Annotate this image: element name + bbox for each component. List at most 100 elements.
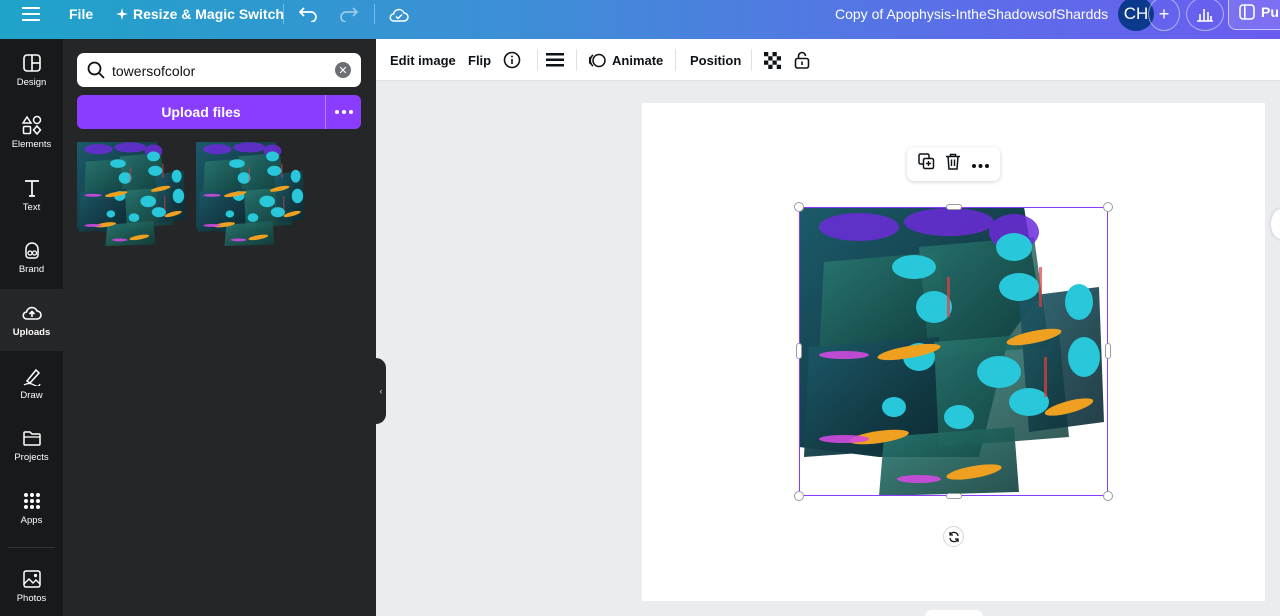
uploads-icon bbox=[21, 306, 42, 320]
resize-handle-bottom-right[interactable] bbox=[1103, 491, 1113, 501]
rail-item-design[interactable]: Design bbox=[0, 39, 63, 101]
transparency-icon bbox=[764, 51, 781, 69]
rotate-handle[interactable] bbox=[943, 526, 964, 547]
page-bottom-control[interactable] bbox=[925, 610, 983, 616]
uploaded-image-thumbnail[interactable] bbox=[196, 142, 306, 246]
resize-handle-top-right[interactable] bbox=[1103, 202, 1113, 212]
resize-label: Resize & Magic Switch bbox=[133, 6, 284, 22]
cloud-save-status-button[interactable] bbox=[389, 0, 409, 28]
collapse-panel-button[interactable]: ‹ bbox=[376, 358, 386, 424]
left-rail: Design Elements Text Brand Uploads Draw … bbox=[0, 39, 63, 616]
resize-handle-bottom-left[interactable] bbox=[794, 491, 804, 501]
rail-label-design: Design bbox=[16, 76, 47, 88]
edit-image-button[interactable]: Edit image bbox=[390, 51, 456, 69]
more-options-button[interactable] bbox=[971, 155, 989, 173]
page-side-control[interactable] bbox=[1271, 209, 1280, 239]
animate-button[interactable]: Animate bbox=[589, 51, 663, 69]
publish-button[interactable]: Pu bbox=[1228, 0, 1280, 30]
rail-item-text[interactable]: Text bbox=[0, 164, 63, 226]
publish-icon bbox=[1239, 4, 1255, 20]
rail-item-projects[interactable]: Projects bbox=[0, 414, 63, 476]
clear-search-button[interactable]: ✕ bbox=[335, 62, 351, 78]
rail-label-apps: Apps bbox=[20, 514, 43, 526]
folder-icon bbox=[22, 430, 41, 446]
resize-handle-left[interactable] bbox=[796, 343, 802, 359]
design-icon bbox=[22, 53, 41, 72]
rail-item-brand[interactable]: Brand bbox=[0, 226, 63, 288]
chevron-left-icon: ‹ bbox=[379, 386, 383, 396]
resize-handle-bottom[interactable] bbox=[946, 493, 962, 499]
upload-more-options-button[interactable] bbox=[326, 95, 361, 129]
element-floating-toolbar bbox=[907, 147, 1000, 181]
flip-button[interactable]: Flip bbox=[468, 51, 491, 69]
rail-label-photos: Photos bbox=[16, 592, 47, 604]
rail-item-apps[interactable]: Apps bbox=[0, 477, 63, 539]
image-context-toolbar: Edit image Flip Animate Position bbox=[376, 39, 1280, 81]
duplicate-icon bbox=[918, 153, 935, 170]
undo-icon bbox=[299, 7, 317, 22]
close-icon: ✕ bbox=[338, 64, 348, 77]
border-style-icon bbox=[546, 53, 564, 67]
more-horizontal-icon bbox=[971, 164, 989, 168]
rail-label-text: Text bbox=[22, 201, 41, 213]
add-collaborator-button[interactable]: + bbox=[1148, 0, 1180, 31]
uploaded-image-thumbnail[interactable] bbox=[77, 142, 187, 246]
duplicate-button[interactable] bbox=[918, 153, 935, 175]
rail-label-brand: Brand bbox=[18, 263, 45, 275]
upload-files-button-group: Upload files bbox=[77, 95, 361, 129]
search-input[interactable]: towersofcolor ✕ bbox=[77, 53, 361, 87]
redo-icon bbox=[340, 7, 358, 22]
text-icon bbox=[24, 179, 39, 197]
resize-handle-top[interactable] bbox=[946, 204, 962, 210]
rotate-icon bbox=[948, 531, 959, 542]
position-label: Position bbox=[690, 52, 742, 68]
hamburger-menu-button[interactable] bbox=[22, 0, 40, 28]
rail-item-photos[interactable]: Photos bbox=[0, 555, 63, 616]
rail-item-draw[interactable]: Draw bbox=[0, 352, 63, 414]
apps-icon bbox=[23, 492, 40, 509]
more-horizontal-icon bbox=[334, 110, 353, 114]
rail-label-elements: Elements bbox=[11, 138, 52, 150]
avatar-initials: CH bbox=[1123, 4, 1149, 23]
rail-item-elements[interactable]: Elements bbox=[0, 101, 63, 163]
magic-sparkle-icon bbox=[116, 8, 128, 20]
selected-fractal-image[interactable] bbox=[799, 207, 1108, 496]
cloud-check-icon bbox=[389, 8, 409, 22]
flip-label: Flip bbox=[468, 52, 492, 68]
transparency-button[interactable] bbox=[764, 51, 781, 69]
position-button[interactable]: Position bbox=[690, 51, 741, 69]
photos-icon bbox=[22, 569, 41, 588]
elements-icon bbox=[21, 115, 41, 135]
trash-icon bbox=[946, 153, 961, 170]
rail-item-uploads[interactable]: Uploads bbox=[0, 289, 63, 351]
unlock-icon bbox=[794, 51, 810, 69]
edit-image-label: Edit image bbox=[390, 52, 456, 68]
animate-label: Animate bbox=[612, 52, 664, 68]
file-menu-button[interactable]: File bbox=[69, 0, 93, 28]
lock-button[interactable] bbox=[794, 51, 810, 69]
search-value: towersofcolor bbox=[112, 63, 196, 79]
uploads-panel: towersofcolor ✕ Upload files bbox=[63, 39, 376, 616]
info-icon bbox=[503, 51, 521, 69]
plus-icon: + bbox=[1158, 3, 1170, 24]
resize-magic-switch-button[interactable]: Resize & Magic Switch bbox=[116, 0, 284, 28]
brand-icon bbox=[24, 241, 39, 259]
document-title[interactable]: Copy of Apophysis-IntheShadowsofShardds bbox=[835, 6, 1108, 22]
resize-handle-top-left[interactable] bbox=[794, 202, 804, 212]
upload-files-label: Upload files bbox=[161, 104, 241, 120]
search-icon bbox=[87, 61, 105, 79]
upload-files-button[interactable]: Upload files bbox=[77, 95, 326, 129]
delete-button[interactable] bbox=[945, 153, 961, 175]
info-button[interactable] bbox=[503, 51, 521, 69]
rail-label-uploads: Uploads bbox=[12, 326, 51, 338]
bar-chart-icon bbox=[1197, 9, 1213, 22]
rail-divider bbox=[8, 547, 55, 548]
rail-label-projects: Projects bbox=[14, 451, 49, 463]
border-style-button[interactable] bbox=[546, 51, 564, 69]
resize-handle-right[interactable] bbox=[1105, 343, 1111, 359]
redo-button[interactable] bbox=[339, 0, 358, 28]
undo-button[interactable] bbox=[299, 0, 318, 28]
rail-label-draw: Draw bbox=[20, 389, 43, 401]
insights-button[interactable] bbox=[1186, 0, 1224, 31]
top-bar: File Resize & Magic Switch Copy of Apoph… bbox=[0, 0, 1280, 39]
